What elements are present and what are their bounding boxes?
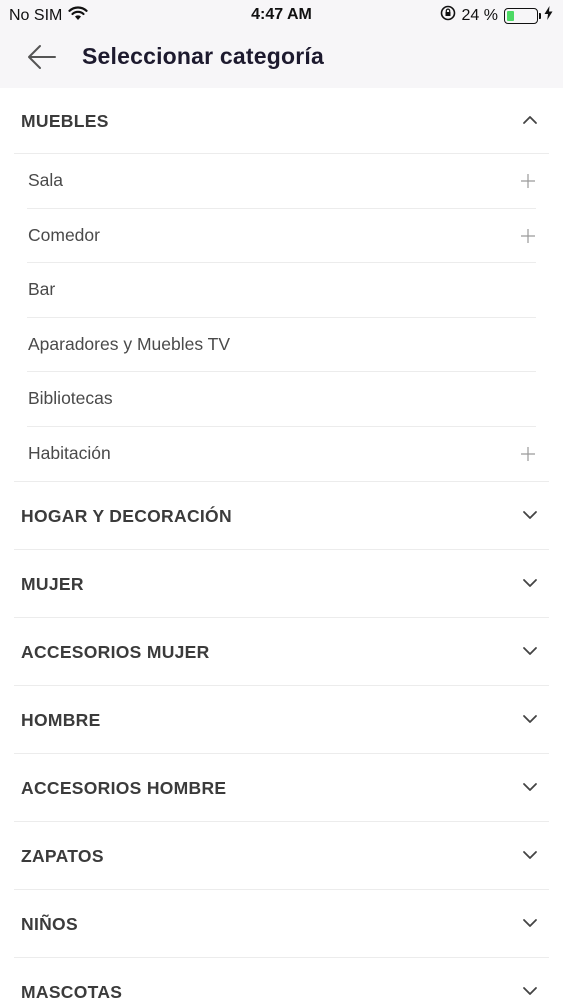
category-ninos[interactable]: NIÑOS [14,890,549,958]
category-label: HOGAR Y DECORACIÓN [21,506,232,526]
charging-icon [544,6,553,25]
app-header: Seleccionar categoría [0,30,563,88]
page-title: Seleccionar categoría [82,43,324,69]
subcategory-habitacion[interactable]: Habitación [27,427,536,482]
battery-percent: 24 % [461,6,498,24]
category-zapatos[interactable]: ZAPATOS [14,822,549,890]
chevron-down-icon [519,980,541,1000]
category-muebles[interactable]: MUEBLES [14,88,549,154]
category-accesorios-mujer[interactable]: ACCESORIOS MUJER [14,618,549,686]
back-button[interactable] [22,40,62,78]
plus-icon[interactable] [520,228,536,244]
chevron-down-icon [519,640,541,662]
subcategory-label: Comedor [28,224,100,245]
subcategory-label: Habitación [28,442,111,463]
category-label: HOMBRE [21,710,101,730]
subcategory-bibliotecas[interactable]: Bibliotecas [27,372,536,427]
chevron-down-icon [519,844,541,866]
subcategory-label: Aparadores y Muebles TV [28,333,231,354]
subcategory-group: Sala Comedor Bar Aparadores y Muebles TV… [14,154,549,482]
subcategory-aparadores[interactable]: Aparadores y Muebles TV [27,318,536,372]
chevron-up-icon [519,109,541,131]
chevron-down-icon [519,708,541,730]
chevron-down-icon [519,504,541,526]
subcategory-label: Bibliotecas [28,388,113,408]
battery-icon [504,7,541,24]
category-label: MASCOTAS [21,982,123,1000]
category-hombre[interactable]: HOMBRE [14,686,549,754]
status-right: 24 % [440,5,553,26]
chevron-down-icon [519,572,541,594]
chevron-down-icon [519,776,541,798]
category-label: ACCESORIOS HOMBRE [21,778,227,798]
subcategory-list: Sala Comedor Bar Aparadores y Muebles TV… [27,154,536,481]
category-label: MUJER [21,574,84,594]
category-list: MUEBLES Sala Comedor Bar Aparadores y Mu… [0,88,563,1000]
category-label: ZAPATOS [21,846,104,866]
orientation-lock-icon [440,5,456,26]
category-label: ACCESORIOS MUJER [21,642,210,662]
category-accesorios-hombre[interactable]: ACCESORIOS HOMBRE [14,754,549,822]
plus-icon[interactable] [520,173,536,189]
category-label: MUEBLES [21,111,109,131]
category-mascotas[interactable]: MASCOTAS [14,958,549,1000]
subcategory-comedor[interactable]: Comedor [27,209,536,263]
subcategory-bar[interactable]: Bar [27,263,536,318]
arrow-left-icon [27,44,57,75]
category-hogar-decoracion[interactable]: HOGAR Y DECORACIÓN [14,482,549,550]
category-mujer[interactable]: MUJER [14,550,549,618]
status-bar: No SIM 4:47 AM 24 % [0,0,563,30]
subcategory-sala[interactable]: Sala [27,154,536,209]
plus-icon[interactable] [520,446,536,462]
chevron-down-icon [519,912,541,934]
subcategory-label: Bar [28,279,56,299]
category-label: NIÑOS [21,914,78,934]
subcategory-label: Sala [28,170,64,190]
